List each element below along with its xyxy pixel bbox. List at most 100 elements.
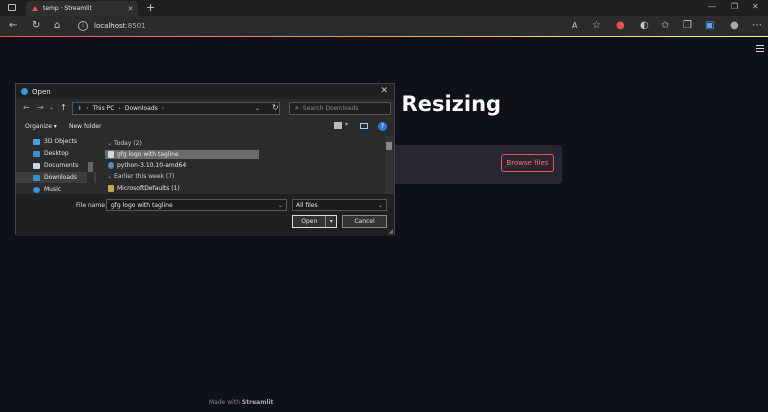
edge-extension-icon[interactable]: ▣ (705, 20, 714, 32)
minimize-button[interactable]: — (708, 2, 716, 11)
browser-sync-icon[interactable]: ◐ (640, 20, 649, 32)
dialog-back-icon[interactable]: ← (23, 103, 30, 112)
streamlit-top-decoration (0, 36, 768, 37)
favorites-icon[interactable]: ✩ (661, 20, 669, 32)
new-folder-button[interactable]: New folder (69, 123, 101, 130)
file-type-value: All files (296, 201, 318, 209)
download-icon (33, 174, 40, 181)
sidebar-item-label: Documents (44, 162, 79, 169)
hamburger-menu-icon[interactable] (756, 45, 764, 54)
desktop-icon (33, 150, 40, 157)
dialog-toolbar: Organize ▾ New folder ▾ ? (16, 120, 394, 134)
list-item[interactable]: gfg logo with tagline (105, 150, 259, 159)
preview-pane-icon[interactable] (360, 123, 368, 129)
sidebar-item-label: Music (44, 186, 62, 193)
home-icon[interactable]: ⌂ (54, 20, 60, 32)
documents-icon (33, 162, 40, 169)
resize-grip-icon[interactable]: ◢ (388, 228, 393, 235)
back-arrow-icon[interactable]: ← (9, 20, 17, 32)
browser-tab[interactable]: temp · Streamlit ✕ (26, 1, 138, 16)
list-item[interactable]: MicrosoftDefaults (1) (105, 184, 184, 193)
recent-dropdown-icon[interactable]: ⌄ (49, 104, 54, 111)
tab-close-icon[interactable]: ✕ (126, 5, 135, 13)
view-options-icon[interactable] (334, 122, 342, 129)
help-icon[interactable]: ? (378, 122, 387, 131)
tab-title: temp · Streamlit (43, 5, 92, 12)
view-dropdown-icon[interactable]: ▾ (345, 121, 348, 128)
cancel-button[interactable]: Cancel (342, 215, 387, 228)
chevron-down-icon[interactable]: ⌄ (278, 202, 283, 209)
sidebar-item-label: Desktop (44, 150, 69, 157)
file-label: gfg logo with tagline (117, 151, 179, 158)
new-tab-button[interactable]: + (146, 1, 155, 14)
footer-streamlit-link[interactable]: Streamlit (242, 399, 274, 406)
file-type-select[interactable]: All files ⌄ (292, 199, 387, 211)
chevron-right-icon: › (161, 105, 165, 112)
navigation-pane: 3D Objects Desktop Documents Downloads M… (16, 136, 96, 194)
footer-prefix: Made with (209, 399, 240, 406)
sidebar-item-downloads[interactable]: Downloads (16, 172, 96, 183)
dialog-title: Open (32, 87, 51, 96)
file-name-input[interactable]: gfg logo with tagline ⌄ (106, 199, 287, 211)
dialog-footer: File name: gfg logo with tagline ⌄ All f… (16, 194, 394, 236)
breadcrumb-this-pc[interactable]: This PC (92, 105, 114, 112)
sidebar-item-desktop[interactable]: Desktop (16, 148, 96, 159)
file-label: python-3.10.10-amd64 (117, 162, 187, 169)
file-list-scrollbar[interactable] (385, 136, 393, 194)
open-dropdown-icon[interactable]: ▾ (326, 218, 336, 225)
address-port: :8501 (125, 22, 146, 30)
dialog-forward-icon[interactable]: → (37, 103, 44, 112)
extension-icon[interactable]: ● (616, 20, 625, 32)
group-header-earlier-this-week[interactable]: ⌄ Earlier this week (7) (107, 173, 174, 180)
file-list: ⌄ Today (2) gfg logo with tagline python-… (102, 136, 386, 194)
chevron-right-icon: › (86, 105, 89, 112)
group-label: Today (2) (114, 140, 142, 147)
file-label: MicrosoftDefaults (1) (117, 185, 180, 192)
address-bar[interactable]: i localhost :8501 (78, 19, 544, 33)
chevron-right-icon: › (118, 105, 121, 112)
sidebar-item-3d-objects[interactable]: 3D Objects (16, 136, 96, 147)
maximize-button[interactable]: ❐ (731, 2, 738, 11)
chevron-down-icon: ⌄ (107, 173, 113, 180)
dialog-close-icon[interactable]: ✕ (380, 86, 388, 96)
scrollbar-thumb[interactable] (386, 142, 392, 150)
breadcrumb[interactable]: ⬇ › This PC › Downloads › (72, 102, 280, 115)
breadcrumb-downloads[interactable]: Downloads (125, 105, 158, 112)
browser-tab-bar: temp · Streamlit ✕ + — ❐ ✕ (0, 0, 768, 16)
refresh-icon[interactable]: ↻ (32, 20, 40, 32)
more-menu-icon[interactable]: ⋯ (752, 20, 762, 32)
list-item[interactable]: python-3.10.10-amd64 (105, 161, 190, 170)
open-file-dialog: Open ✕ ← → ⌄ ↑ ⬇ › This PC › Downloads ›… (15, 83, 395, 236)
organize-button[interactable]: Organize ▾ (25, 123, 57, 130)
avatar[interactable]: ● (730, 20, 739, 32)
sidebar-item-label: Downloads (44, 174, 77, 181)
streamlit-favicon-icon (32, 6, 39, 11)
collections-icon[interactable]: ❐ (683, 20, 692, 32)
read-aloud-icon[interactable]: A (572, 20, 577, 32)
navigation-scrollbar[interactable] (87, 136, 94, 191)
search-input[interactable]: ⌕ Search Downloads (289, 102, 391, 115)
browser-nav-bar: ← ↻ ⌂ i localhost :8501 A ☆ ● ◐ ✩ ❐ ▣ ● … (0, 16, 768, 36)
favorites-star-icon[interactable]: ☆ (592, 20, 601, 32)
dialog-refresh-icon[interactable]: ↻ (272, 103, 279, 112)
scrollbar-thumb[interactable] (88, 162, 93, 172)
tab-actions-icon[interactable] (8, 4, 16, 11)
footer: Made with Streamlit (209, 399, 273, 406)
page-title: e Resizing (380, 92, 502, 116)
site-info-icon[interactable]: i (78, 21, 88, 31)
dialog-nav-row: ← → ⌄ ↑ ⬇ › This PC › Downloads › ⌄ ↻ ⌕ … (16, 101, 394, 117)
edge-logo-icon (21, 88, 28, 95)
file-name-label: File name: (76, 202, 107, 209)
folder-icon (108, 185, 114, 192)
browse-files-button[interactable]: Browse files (501, 154, 554, 172)
address-host: localhost (94, 22, 126, 30)
chevron-down-icon: ⌄ (107, 140, 113, 147)
group-label: Earlier this week (7) (114, 173, 175, 180)
close-window-button[interactable]: ✕ (752, 2, 759, 11)
sidebar-item-documents[interactable]: Documents (16, 160, 96, 171)
group-header-today[interactable]: ⌄ Today (2) (107, 140, 142, 147)
up-folder-icon[interactable]: ↑ (60, 103, 67, 112)
open-button[interactable]: Open ▾ (292, 215, 337, 228)
python-installer-icon (108, 162, 114, 169)
path-dropdown-icon[interactable]: ⌄ (255, 105, 260, 112)
